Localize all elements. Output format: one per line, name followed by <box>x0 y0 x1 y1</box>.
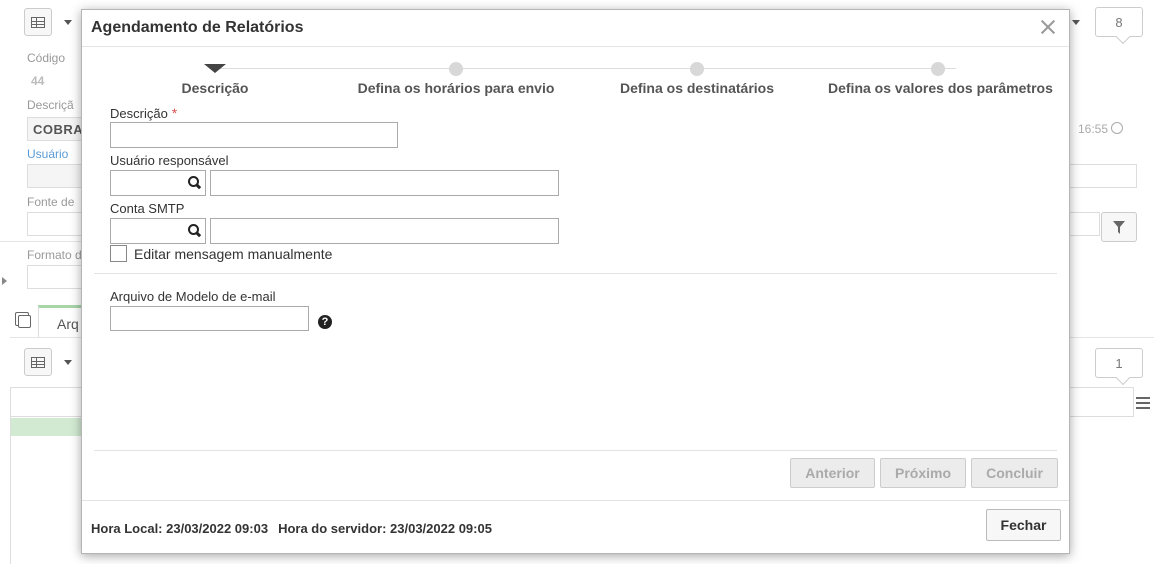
record-count-bottom: 1 <box>1095 348 1143 378</box>
descricao-label: Descriçã <box>27 98 74 112</box>
stepper-line <box>215 68 956 69</box>
dialog-header: Agendamento de Relatórios <box>82 10 1069 47</box>
step-label: Descrição <box>181 80 249 96</box>
step-label: Defina os valores dos parâmetros <box>828 80 1053 96</box>
step-dot-icon <box>690 62 704 76</box>
fonte-label: Fonte de <box>27 195 75 209</box>
smtp-code-input[interactable] <box>110 218 206 244</box>
hora-servidor: Hora do servidor: 23/03/2022 09:05 <box>278 521 492 536</box>
filter-button[interactable] <box>1101 212 1137 242</box>
clock-icon <box>1111 122 1124 134</box>
help-icon[interactable]: ? <box>318 315 332 329</box>
concluir-button[interactable]: Concluir <box>971 458 1058 488</box>
anterior-button[interactable]: Anterior <box>790 458 875 488</box>
descricao-field[interactable]: COBRA <box>27 117 87 141</box>
arquivo-modelo-input[interactable] <box>110 306 309 331</box>
usuario-name-field[interactable] <box>210 170 559 196</box>
usuario-responsavel-label: Usuário responsável <box>110 153 229 168</box>
chevron-down-icon <box>64 359 72 365</box>
descricao-input[interactable] <box>110 122 398 148</box>
record-count: 8 <box>1095 7 1143 37</box>
section-divider <box>94 273 1057 274</box>
smtp-name-field[interactable] <box>210 218 559 244</box>
step-label: Defina os destinatários <box>619 80 775 96</box>
search-icon[interactable] <box>188 176 199 187</box>
grid-icon <box>31 356 45 368</box>
menu-icon[interactable] <box>1136 397 1150 409</box>
divider <box>0 241 81 242</box>
usuario-field[interactable] <box>27 164 87 188</box>
copy-icon[interactable] <box>15 312 31 328</box>
expand-arrow-icon[interactable] <box>2 277 7 285</box>
usuario-code-input[interactable] <box>110 170 206 196</box>
time-info: Hora Local: 23/03/2022 09:03 Hora do serv… <box>91 521 492 536</box>
fonte-field[interactable] <box>27 212 87 236</box>
hora-local: Hora Local: 23/03/2022 09:03 <box>91 521 269 536</box>
usuario-link[interactable]: Usuário <box>27 147 68 161</box>
selected-row[interactable] <box>11 418 83 436</box>
editar-mensagem-label[interactable]: Editar mensagem manualmente <box>134 246 332 262</box>
schedule-report-dialog: Agendamento de Relatórios Descrição Defi… <box>81 9 1070 554</box>
formato-field[interactable] <box>27 265 87 289</box>
dropdown-button[interactable] <box>56 8 80 36</box>
active-step-marker-icon <box>204 64 226 73</box>
conta-smtp-label: Conta SMTP <box>110 201 185 216</box>
codigo-value: 44 <box>31 74 45 88</box>
filter-icon <box>1113 220 1125 234</box>
step-dot-icon <box>931 62 945 76</box>
right-field-2[interactable] <box>1068 212 1100 236</box>
codigo-label: Código <box>27 51 66 65</box>
grid-border <box>10 387 11 564</box>
proximo-button[interactable]: Próximo <box>880 458 966 488</box>
dropdown-button-bottom[interactable] <box>56 348 80 376</box>
chevron-down-icon <box>1072 19 1080 25</box>
grid-border <box>1133 387 1134 417</box>
fechar-button[interactable]: Fechar <box>986 509 1061 541</box>
chevron-down-icon <box>64 19 72 25</box>
step-dot-icon <box>449 62 463 76</box>
right-field-1[interactable] <box>1068 164 1137 188</box>
time-display: 16:55 <box>1078 122 1124 136</box>
search-icon[interactable] <box>188 224 199 235</box>
dialog-title: Agendamento de Relatórios <box>91 19 304 36</box>
required-marker: * <box>171 105 178 121</box>
wizard-stepper: Descrição Defina os horários para envio … <box>82 46 1069 106</box>
close-icon[interactable] <box>1039 18 1057 36</box>
descricao-label: Descrição * <box>110 105 178 121</box>
editar-mensagem-checkbox[interactable] <box>110 245 127 262</box>
grid-view-button-bottom[interactable] <box>24 348 52 376</box>
formato-label: Formato d <box>27 248 82 262</box>
step-label: Defina os horários para envio <box>357 80 555 96</box>
grid-view-button[interactable] <box>24 8 52 36</box>
footer-divider <box>82 500 1069 501</box>
grid-icon <box>31 16 45 28</box>
arquivo-modelo-label: Arquivo de Modelo de e-mail <box>110 289 276 304</box>
section-divider <box>94 450 1057 451</box>
